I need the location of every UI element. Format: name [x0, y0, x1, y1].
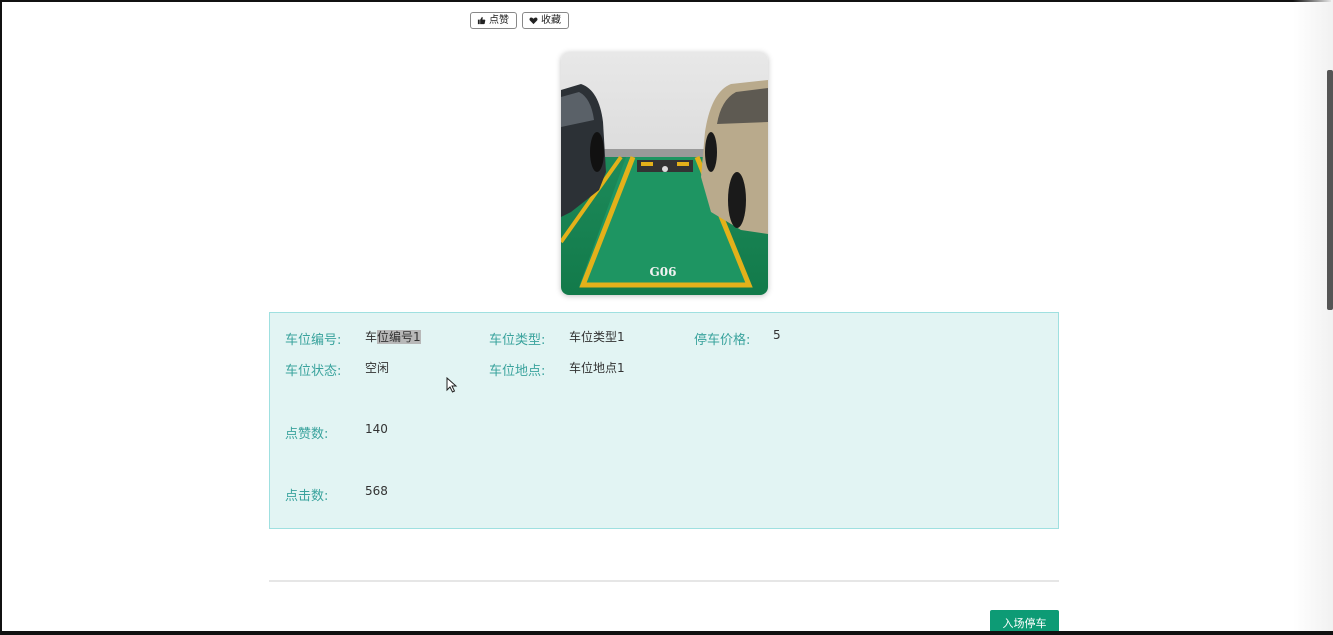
status-value: 空闲	[365, 361, 390, 375]
window-bottom-edge	[0, 631, 1333, 635]
favorite-button-label: 收藏	[541, 15, 561, 26]
like-button-label: 点赞	[489, 15, 509, 26]
spot-type-value: 车位类型1	[569, 330, 625, 344]
section-divider	[269, 580, 1059, 582]
spot-type-label: 车位类型:	[489, 333, 546, 348]
location-value: 车位地点1	[569, 361, 625, 375]
thumbs-up-icon	[477, 16, 486, 25]
clicks-count-label: 点击数:	[285, 489, 329, 504]
selected-text-highlight: 位编号1	[377, 330, 421, 344]
mouse-cursor-icon	[446, 377, 458, 393]
likes-count-label: 点赞数:	[285, 427, 329, 442]
price-value: 5	[773, 328, 781, 342]
spot-number-value: 车位编号1	[365, 330, 421, 344]
spot-code-paint: G06	[650, 265, 677, 279]
price-label: 停车价格:	[694, 333, 751, 348]
status-label: 车位状态:	[285, 364, 342, 379]
scrollbar-thumb[interactable]	[1327, 70, 1333, 310]
favorite-button[interactable]: 收藏	[522, 12, 569, 29]
clicks-count-value: 568	[365, 484, 388, 498]
spot-details-panel: 车位编号: 车位编号1 车位类型: 车位类型1 停车价格: 5 车位状态: 空闲…	[269, 312, 1059, 529]
spot-number-label: 车位编号:	[285, 333, 342, 348]
like-button[interactable]: 点赞	[470, 12, 517, 29]
parking-spot-photo: G06	[561, 52, 768, 295]
likes-count-value: 140	[365, 422, 388, 436]
heart-icon	[529, 17, 538, 25]
location-label: 车位地点:	[489, 364, 546, 379]
